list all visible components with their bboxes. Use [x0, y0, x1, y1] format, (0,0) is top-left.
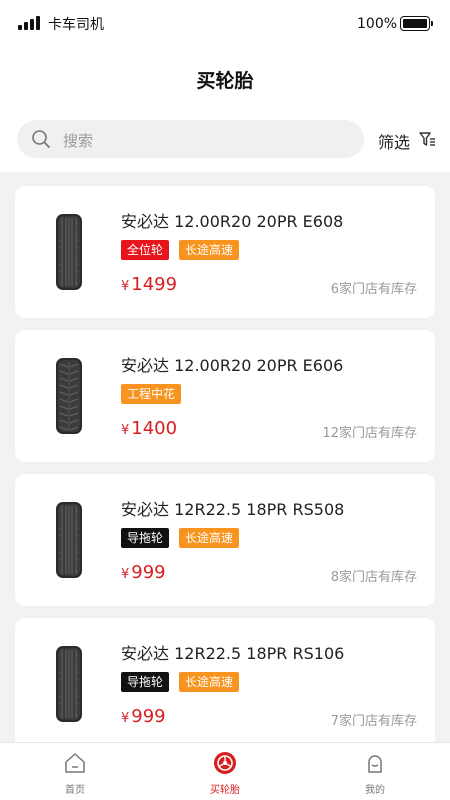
tire-image: [56, 358, 82, 434]
stock-info: 12家门店有库存: [322, 426, 417, 441]
price-value: 999: [131, 706, 166, 727]
tab-label: 买轮胎: [210, 785, 240, 796]
product-card[interactable]: 安必达 12.00R20 20PR E608 全位轮 长途高速 ¥1499 6家门…: [15, 186, 435, 318]
product-tags: 全位轮 长途高速: [121, 240, 240, 260]
battery-icon: [400, 16, 433, 31]
currency-symbol: ¥: [121, 423, 130, 438]
tire-icon: [213, 751, 237, 775]
product-tags: 导拖轮 长途高速: [121, 528, 240, 548]
home-icon: [63, 751, 87, 775]
product-tag: 导拖轮: [121, 528, 170, 548]
product-price: ¥1499: [121, 274, 177, 295]
product-title: 安必达 12.00R20 20PR E606: [121, 356, 344, 375]
currency-symbol: ¥: [121, 711, 130, 726]
product-title: 安必达 12.00R20 20PR E608: [121, 212, 344, 231]
product-price: ¥999: [121, 562, 166, 583]
product-price: ¥999: [121, 706, 166, 727]
page-title: 买轮胎: [196, 70, 254, 92]
product-title: 安必达 12R22.5 18PR RS508: [121, 500, 345, 519]
product-tag: 长途高速: [179, 672, 240, 692]
search-placeholder: 搜索: [63, 132, 94, 150]
tire-image: [56, 646, 82, 722]
search-icon: [32, 130, 50, 148]
profile-icon: [363, 751, 387, 775]
tab-tire[interactable]: 买轮胎: [180, 743, 270, 800]
stock-info: 6家门店有库存: [330, 282, 417, 297]
stock-info: 7家门店有库存: [330, 714, 417, 729]
tab-label: 首页: [65, 785, 85, 796]
price-value: 1499: [131, 274, 178, 295]
carrier-name: 卡车司机: [48, 17, 104, 33]
product-tag: 工程中花: [121, 384, 182, 404]
tire-image: [56, 502, 82, 578]
product-card[interactable]: 安必达 12R22.5 18PR RS106 导拖轮 长途高速 ¥999 7家门店…: [15, 618, 435, 750]
tab-home[interactable]: 首页: [30, 743, 120, 800]
filter-button[interactable]: 筛选: [378, 128, 438, 152]
product-tags: 工程中花: [121, 384, 182, 404]
tab-bar: 首页 买轮胎 我的: [0, 742, 450, 800]
currency-symbol: ¥: [121, 567, 130, 582]
status-bar: 卡车司机 100%: [0, 0, 450, 48]
top-area: 卡车司机 100% 买轮胎 搜索 筛选: [0, 0, 450, 172]
product-price: ¥1400: [121, 418, 177, 439]
tire-image: [56, 214, 82, 290]
signal-icon: [18, 16, 40, 30]
product-tag: 全位轮: [121, 240, 170, 260]
filter-label: 筛选: [378, 133, 411, 152]
tab-label: 我的: [365, 785, 385, 796]
product-card[interactable]: 安必达 12.00R20 20PR E606 工程中花 ¥1400 12家门店有…: [15, 330, 435, 462]
currency-symbol: ¥: [121, 279, 130, 294]
search-input[interactable]: 搜索: [17, 120, 364, 158]
filter-icon: [419, 132, 435, 146]
price-value: 999: [131, 562, 166, 583]
stock-info: 8家门店有库存: [330, 570, 417, 585]
product-tag: 长途高速: [179, 240, 240, 260]
price-value: 1400: [131, 418, 178, 439]
product-tag: 长途高速: [179, 528, 240, 548]
product-title: 安必达 12R22.5 18PR RS106: [121, 644, 345, 663]
product-tag: 导拖轮: [121, 672, 170, 692]
product-tags: 导拖轮 长途高速: [121, 672, 240, 692]
tab-profile[interactable]: 我的: [330, 743, 420, 800]
product-card[interactable]: 安必达 12R22.5 18PR RS508 导拖轮 长途高速 ¥999 8家门店…: [15, 474, 435, 606]
battery-percent: 100%: [357, 16, 398, 32]
